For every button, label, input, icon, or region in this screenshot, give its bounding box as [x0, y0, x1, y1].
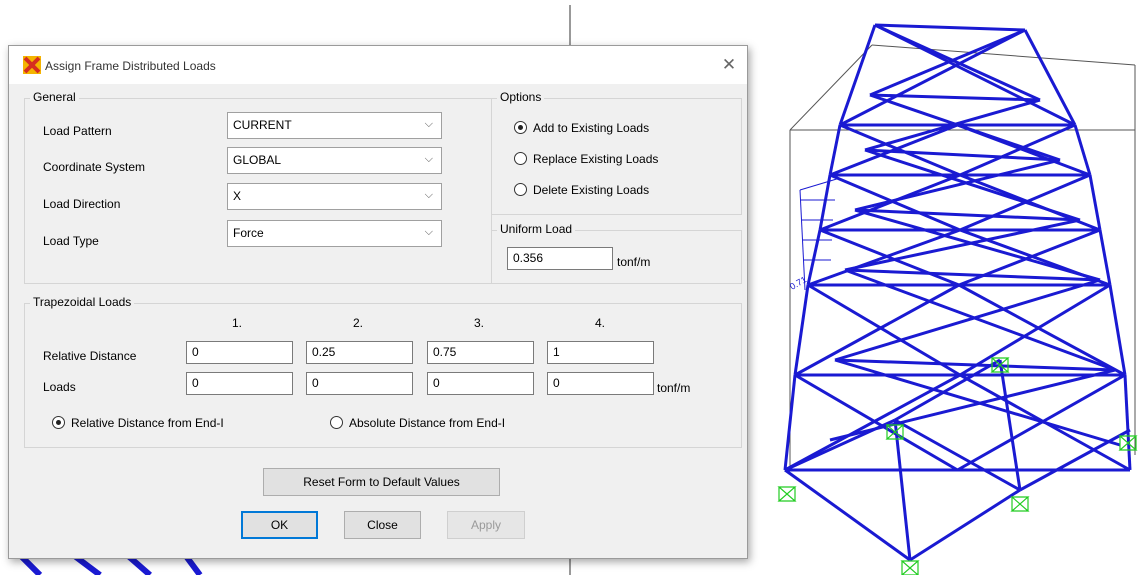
uniform-load-group: Uniform Load 0.356 tonf/m: [491, 222, 742, 284]
chevron-down-icon: ⌵: [424, 189, 433, 201]
frame-member: [793, 284, 810, 376]
chevron-down-icon: ⌵: [424, 153, 433, 165]
loads-label: Loads: [43, 380, 76, 394]
load-pattern-dropdown[interactable]: CURRENT ⌵: [227, 112, 442, 139]
coordinate-system-dropdown[interactable]: GLOBAL ⌵: [227, 147, 442, 174]
frame-member: [806, 229, 822, 286]
replace-existing-loads-radio[interactable]: Replace Existing Loads: [514, 152, 658, 166]
loads-input-2[interactable]: 0: [306, 372, 413, 395]
frame-member: [834, 278, 1101, 362]
frame-member: [1098, 229, 1112, 286]
radio-selected-icon: [52, 416, 65, 429]
column-header-1: 1.: [232, 316, 243, 330]
bounding-box-edge: [789, 44, 873, 131]
chevron-down-icon: ⌵: [424, 226, 433, 238]
load-direction-dropdown[interactable]: X ⌵: [227, 183, 442, 210]
dialog-title: Assign Frame Distributed Loads: [45, 59, 216, 73]
frame-member: [834, 358, 1116, 372]
frame-member: [784, 468, 911, 562]
delete-existing-loads-radio[interactable]: Delete Existing Loads: [514, 183, 649, 197]
reset-form-button[interactable]: Reset Form to Default Values: [263, 468, 500, 496]
general-group: General Load Pattern CURRENT ⌵ Coordinate…: [24, 90, 492, 284]
loads-input-1[interactable]: 0: [186, 372, 293, 395]
relative-distance-input-3[interactable]: 0.75: [427, 341, 534, 364]
ok-button[interactable]: OK: [241, 511, 318, 539]
radio-selected-icon: [514, 121, 527, 134]
column-header-2: 2.: [353, 316, 364, 330]
close-button[interactable]: Close: [344, 511, 421, 539]
column-header-4: 4.: [595, 316, 606, 330]
frame-member: [1088, 174, 1102, 231]
chevron-down-icon: ⌵: [424, 118, 433, 130]
load-type-label: Load Type: [43, 234, 99, 248]
support-icon: [1010, 496, 1030, 512]
assign-frame-distributed-loads-dialog: Assign Frame Distributed Loads ✕ General…: [8, 45, 748, 559]
coordinate-system-label: Coordinate System: [43, 160, 146, 174]
frame-member: [1023, 29, 1077, 126]
frame-member: [1073, 124, 1092, 176]
relative-distance-input-1[interactable]: 0: [186, 341, 293, 364]
support-icon: [900, 560, 920, 575]
load-type-dropdown[interactable]: Force ⌵: [227, 220, 442, 247]
add-to-existing-loads-radio[interactable]: Add to Existing Loads: [514, 121, 649, 135]
frame-member: [1108, 284, 1127, 376]
sap2000-app-icon: [23, 56, 41, 74]
general-group-label: General: [30, 90, 79, 104]
trapezoidal-loads-group: Trapezoidal Loads 1. 2. 3. 4. Relative D…: [24, 295, 742, 448]
relative-distance-input-2[interactable]: 0.25: [306, 341, 413, 364]
loads-input-4[interactable]: 0: [547, 372, 654, 395]
load-pattern-label: Load Pattern: [43, 124, 112, 138]
frame-member: [909, 488, 1021, 562]
absolute-distance-from-end-i-radio[interactable]: Absolute Distance from End-I: [330, 416, 505, 430]
frame-member: [874, 23, 1076, 127]
frame-member: [1123, 374, 1132, 471]
radio-unselected-icon: [330, 416, 343, 429]
column-header-3: 3.: [474, 316, 485, 330]
close-icon[interactable]: ✕: [717, 53, 741, 77]
load-direction-label: Load Direction: [43, 197, 121, 211]
frame-member: [828, 124, 842, 176]
bounding-box-edge: [871, 44, 1136, 66]
radio-unselected-icon: [514, 183, 527, 196]
apply-button[interactable]: Apply: [447, 511, 525, 539]
relative-distance-label: Relative Distance: [43, 349, 137, 363]
frame-member: [874, 23, 1026, 32]
frame-member: [784, 418, 896, 472]
radio-unselected-icon: [514, 152, 527, 165]
loads-input-3[interactable]: 0: [427, 372, 534, 395]
frame-member: [894, 418, 1021, 492]
relative-distance-from-end-i-radio[interactable]: Relative Distance from End-I: [52, 416, 224, 430]
trapezoidal-loads-group-label: Trapezoidal Loads: [30, 295, 135, 309]
trapezoidal-load-unit: tonf/m: [657, 381, 691, 395]
title-bar: Assign Frame Distributed Loads ✕: [9, 46, 747, 84]
uniform-load-input[interactable]: 0.356: [507, 247, 613, 270]
options-group-label: Options: [497, 90, 545, 104]
options-group: Options Add to Existing Loads Replace Ex…: [491, 90, 742, 215]
uniform-load-group-label: Uniform Load: [497, 222, 576, 236]
relative-distance-input-4[interactable]: 1: [547, 341, 654, 364]
uniform-load-unit: tonf/m: [617, 255, 651, 269]
tower-frame-structure: [777, 23, 1138, 575]
support-icon: [777, 486, 797, 502]
